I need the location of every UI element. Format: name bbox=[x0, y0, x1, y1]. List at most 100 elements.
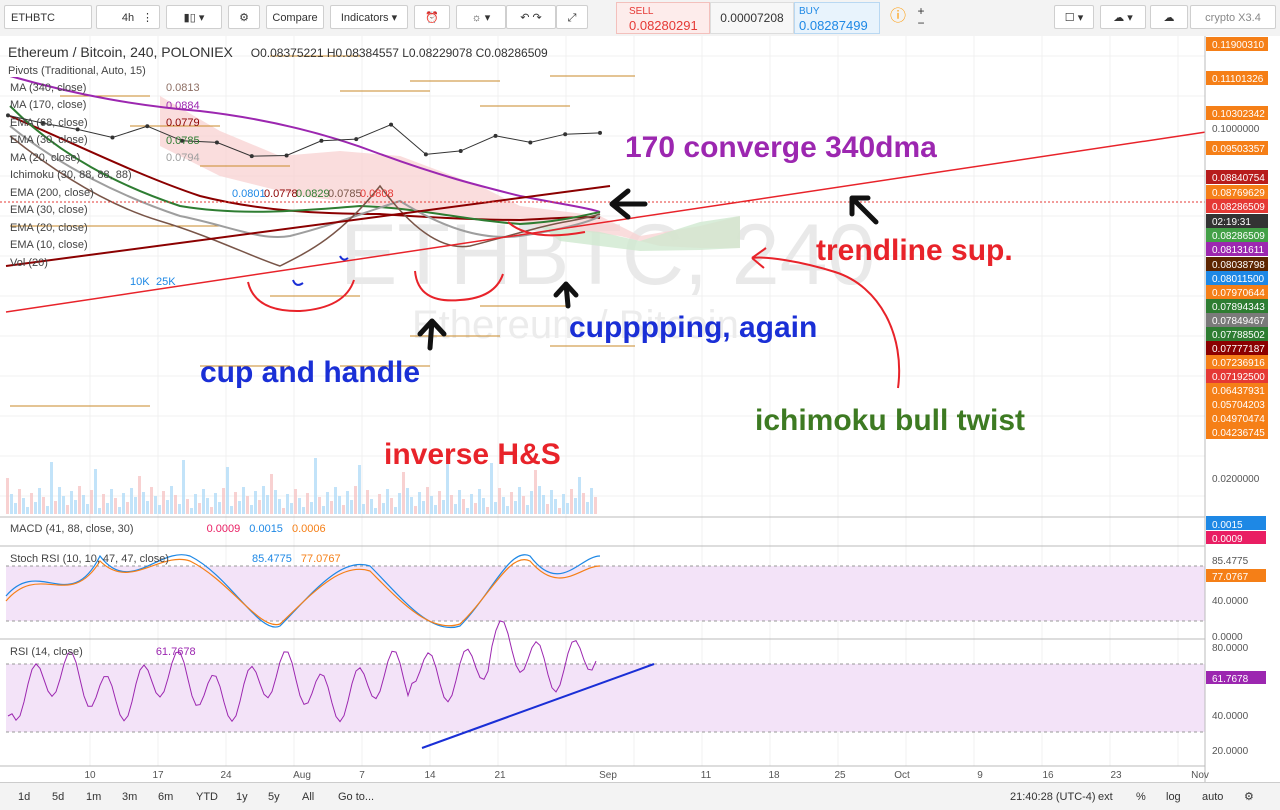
pane-axis-label: 85.4775 bbox=[1212, 556, 1249, 567]
annotation-trendline: trendline sup. bbox=[816, 234, 1013, 267]
legend-item[interactable]: MA (340, close) bbox=[10, 82, 86, 94]
legend-item-pivots[interactable]: Pivots (Traditional, Auto, 15) bbox=[8, 65, 146, 77]
fullscreen-icon: ⤢ bbox=[567, 12, 577, 24]
symbol-text: ETHBTC bbox=[11, 12, 55, 24]
time-tick: 21 bbox=[494, 770, 506, 781]
legend-item[interactable]: EMA (10, close) bbox=[10, 239, 88, 251]
legend-item[interactable]: MA (170, close) bbox=[10, 99, 86, 111]
price-tag: 0.08038798 bbox=[1212, 260, 1265, 271]
price-point bbox=[214, 140, 219, 145]
legend-item[interactable]: EMA (68, close) bbox=[10, 117, 88, 129]
cloud-upload-button[interactable]: ☁ bbox=[1150, 5, 1188, 29]
stoch-band bbox=[6, 566, 1205, 621]
legend-item[interactable]: EMA (30, close) bbox=[10, 134, 88, 146]
stoch-legend[interactable]: Stoch RSI (10, 10, 47, 47, close) 85.477… bbox=[10, 553, 341, 565]
ichimoku-value: 0.0785 bbox=[328, 188, 362, 200]
time-tick: 10 bbox=[84, 770, 96, 781]
chart-title-text: Ethereum / Bitcoin, 240, POLONIEX bbox=[8, 44, 233, 60]
price-tag: 0.04236745 bbox=[1212, 428, 1265, 439]
price-point bbox=[528, 140, 533, 145]
scale-option[interactable]: log bbox=[1166, 788, 1181, 806]
rsi-v1: 61.7678 bbox=[155, 646, 196, 658]
legend-value: 0.0785 bbox=[166, 134, 200, 147]
stoch-v1: 85.4775 bbox=[252, 553, 292, 565]
interval-selector[interactable]: 4h ⋮ bbox=[96, 5, 160, 29]
chart-svg[interactable]: ETHBTC, 240 Ethereum / Bitcoin 170 conve… bbox=[0, 36, 1280, 782]
pane-axis-label: 0.0015 bbox=[1212, 520, 1243, 531]
range-button[interactable]: 1m bbox=[86, 788, 101, 806]
macd-v2: 0.0015 bbox=[249, 523, 283, 535]
buy-button[interactable]: BUY 0.08287499 bbox=[794, 2, 880, 34]
settings-button[interactable]: ⚙ bbox=[228, 5, 260, 29]
zoom-plus-minus[interactable]: + − bbox=[912, 5, 930, 29]
cloud-download-icon: ☁ bbox=[1113, 12, 1125, 24]
price-point bbox=[319, 138, 324, 143]
range-button[interactable]: 3m bbox=[122, 788, 137, 806]
redo-icon[interactable]: ↷ bbox=[533, 12, 542, 24]
legend-item[interactable]: EMA (20, close) bbox=[10, 222, 88, 234]
macd-legend[interactable]: MACD (41, 88, close, 30) 0.0009 0.0015 0… bbox=[10, 523, 326, 535]
range-button[interactable]: 6m bbox=[158, 788, 173, 806]
time-tick: 17 bbox=[152, 770, 164, 781]
fullscreen-button[interactable]: ⤢ bbox=[556, 5, 588, 29]
legend-item[interactable]: Vol (20) bbox=[10, 257, 48, 269]
time-tick: 25 bbox=[834, 770, 846, 781]
price-tag: 0.0200000 bbox=[1212, 474, 1260, 485]
indicators-label: Indicators bbox=[340, 12, 389, 24]
price-point bbox=[249, 154, 254, 159]
price-point bbox=[563, 132, 568, 137]
idea-button[interactable]: ☼ ▾ bbox=[456, 5, 506, 29]
rsi-label: RSI (14, close) bbox=[10, 646, 83, 658]
rsi-legend[interactable]: RSI (14, close) 61.7678 bbox=[10, 646, 196, 658]
legend-value: 0.0813 bbox=[166, 82, 200, 94]
layout-button[interactable]: ☐ ▾ bbox=[1054, 5, 1094, 29]
chart-style-button[interactable]: ▮▯ ▾ bbox=[166, 5, 222, 29]
time-tick: Oct bbox=[894, 770, 910, 781]
range-button[interactable]: YTD bbox=[196, 788, 218, 806]
scale-option[interactable]: auto bbox=[1202, 788, 1223, 806]
pane-axis-label: 0.0009 bbox=[1212, 534, 1243, 545]
legend-item[interactable]: Ichimoku (30, 88, 88, 88) bbox=[10, 169, 132, 181]
scale-option[interactable]: ext bbox=[1098, 788, 1113, 806]
layout-name[interactable]: crypto X3.4 bbox=[1190, 5, 1276, 29]
undo-icon[interactable]: ↶ bbox=[520, 12, 529, 24]
legend-item[interactable]: EMA (200, close) bbox=[10, 187, 94, 199]
range-button[interactable]: 5y bbox=[268, 788, 280, 806]
chart-area[interactable]: ETHBTC, 240 Ethereum / Bitcoin 170 conve… bbox=[0, 36, 1280, 809]
price-tag: 0.1000000 bbox=[1212, 124, 1260, 135]
sell-label: SELL bbox=[629, 6, 654, 17]
range-button[interactable]: 5d bbox=[52, 788, 64, 806]
info-icon[interactable]: ⓘ bbox=[886, 5, 910, 29]
gear-icon: ⚙ bbox=[239, 12, 249, 24]
gear-icon[interactable]: ⚙ bbox=[1244, 788, 1254, 806]
cloud-download-button[interactable]: ☁ ▾ bbox=[1100, 5, 1146, 29]
undo-redo-group[interactable]: ↶ ↷ bbox=[506, 5, 556, 29]
range-button[interactable]: Go to... bbox=[338, 788, 374, 806]
cloud-upload-icon: ☁ bbox=[1163, 12, 1175, 24]
sell-button[interactable]: SELL 0.08280291 bbox=[616, 2, 710, 34]
compare-button[interactable]: Compare bbox=[266, 5, 324, 29]
price-point bbox=[110, 135, 115, 140]
indicators-button[interactable]: Indicators ▾ bbox=[330, 5, 408, 29]
price-tag: 0.07788502 bbox=[1212, 330, 1265, 341]
square-icon: ☐ bbox=[1064, 12, 1075, 24]
time-tick: 14 bbox=[424, 770, 436, 781]
price-tag: 0.11101326 bbox=[1212, 74, 1264, 85]
pane-axis-label: 20.0000 bbox=[1212, 746, 1249, 757]
range-button[interactable]: 1y bbox=[236, 788, 248, 806]
pane-axis-label: 40.0000 bbox=[1212, 711, 1249, 722]
alert-button[interactable]: ⏰ bbox=[414, 5, 450, 29]
range-button[interactable]: All bbox=[302, 788, 314, 806]
legend-item[interactable]: EMA (30, close) bbox=[10, 204, 88, 216]
symbol-search-input[interactable]: ETHBTC bbox=[4, 5, 92, 29]
price-tag: 0.07777187 bbox=[1212, 344, 1265, 355]
legend-item[interactable]: MA (20, close) bbox=[10, 152, 80, 164]
range-button[interactable]: 1d bbox=[18, 788, 30, 806]
legend-value: 0.0884 bbox=[166, 99, 200, 112]
time-tick: Nov bbox=[1191, 770, 1209, 781]
price-tag: 0.08286509 bbox=[1212, 202, 1265, 213]
price-tag: 0.07849467 bbox=[1212, 316, 1265, 327]
vol-value: 10K bbox=[130, 276, 150, 288]
scale-option[interactable]: % bbox=[1136, 788, 1146, 806]
alarm-clock-icon: ⏰ bbox=[425, 12, 439, 24]
